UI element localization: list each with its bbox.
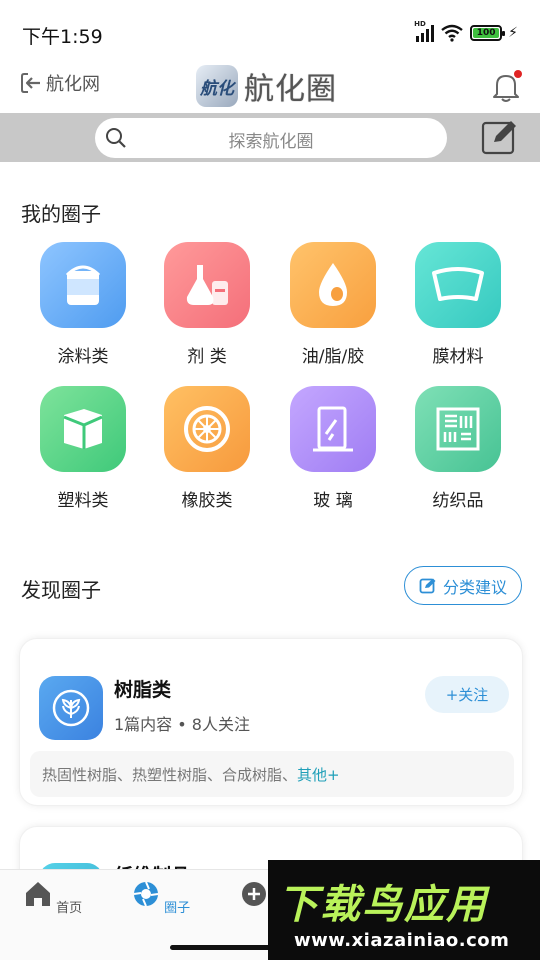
circle-label: 橡胶类 [181,491,233,511]
app-logo: 航化 航化圈 [196,64,337,108]
status-time: 下午1:59 [22,26,103,48]
glass-pane-icon [290,386,376,472]
circle-label: 玻 璃 [313,491,353,511]
back-arrow-icon [21,73,40,93]
logo-text: 航化圈 [244,72,337,107]
discover-title: 发现圈子 [21,578,101,602]
textile-icon [415,386,501,472]
circle-item-rubber[interactable]: 橡胶类 [152,386,262,511]
watermark-title: 下载鸟应用 [278,882,488,928]
suggest-label: 分类建议 [442,577,507,597]
home-icon [25,882,50,906]
tag-list: 热固性树脂、热塑性树脂、合成树脂、 [42,766,298,784]
battery-icon: 100 [470,25,506,41]
circle-label: 油/脂/胶 [301,347,365,367]
edit-icon[interactable] [481,119,518,155]
circle-item-agents[interactable]: 剂 类 [152,242,262,367]
wifi-icon [441,24,463,42]
card-meta: 1篇内容 • 8人关注 [114,715,250,734]
circle-label: 剂 类 [187,347,227,367]
my-circles-title: 我的圈子 [21,202,101,226]
watermark: 下载鸟应用 www.xiazainiao.com [268,860,540,960]
back-label: 航化网 [46,74,100,95]
search-input[interactable]: 探索航化圈 [95,118,447,158]
circle-item-films[interactable]: 膜材料 [403,242,513,367]
circle-label: 膜材料 [432,347,484,367]
circle-item-oils[interactable]: 油/脂/胶 [278,242,388,367]
circle-item-plastics[interactable]: 塑料类 [28,386,138,511]
oil-drop-icon [290,242,376,328]
notification-button[interactable] [490,70,522,104]
windshield-icon [415,242,501,328]
tire-icon [164,386,250,472]
circle-item-textiles[interactable]: 纺织品 [403,386,513,511]
status-bar: 下午1:59 HD 100 ⚡ [0,0,540,64]
app-header: 航化网 航化 航化圈 [0,64,540,112]
circle-label: 塑料类 [57,491,109,511]
resin-icon [39,676,103,740]
nav-home[interactable]: 首页 [23,880,83,916]
nav-label: 圈子 [164,901,191,916]
watermark-url: www.xiazainiao.com [294,930,510,951]
circle-item-glass[interactable]: 玻 璃 [278,386,388,511]
search-placeholder: 探索航化圈 [228,132,314,152]
status-icons: HD 100 ⚡ [414,20,518,42]
circle-card[interactable]: 树脂类 1篇内容 • 8人关注 +关注 热固性树脂、热塑性树脂、合成树脂、其他+ [19,638,523,806]
back-button[interactable]: 航化网 [20,70,100,96]
card-tags: 热固性树脂、热塑性树脂、合成树脂、其他+ [30,751,514,797]
search-bar-area: 探索航化圈 [0,113,540,162]
network-type: HD [414,20,426,28]
circle-shutter-icon [133,881,159,907]
logo-badge: 航化 [196,65,238,107]
notification-dot [514,70,522,78]
nav-circles[interactable]: 圈子 [131,880,191,916]
circle-label: 涂料类 [57,347,109,367]
category-suggestion-button[interactable]: 分类建议 [404,566,522,605]
card-title: 树脂类 [114,679,172,701]
nav-label: 首页 [56,901,83,916]
plastic-cube-icon [40,386,126,472]
circle-item-coatings[interactable]: 涂料类 [28,242,138,367]
follow-button[interactable]: +关注 [425,676,509,713]
publish-icon [242,882,267,906]
edit-square-icon [419,578,436,593]
more-tags-link[interactable]: 其他+ [297,766,340,784]
charging-icon: ⚡ [508,25,518,41]
circle-label: 纺织品 [432,491,484,511]
signal-icon: HD [414,20,435,42]
battery-level: 100 [473,28,500,38]
paint-bucket-icon [40,242,126,328]
flask-icon [164,242,250,328]
